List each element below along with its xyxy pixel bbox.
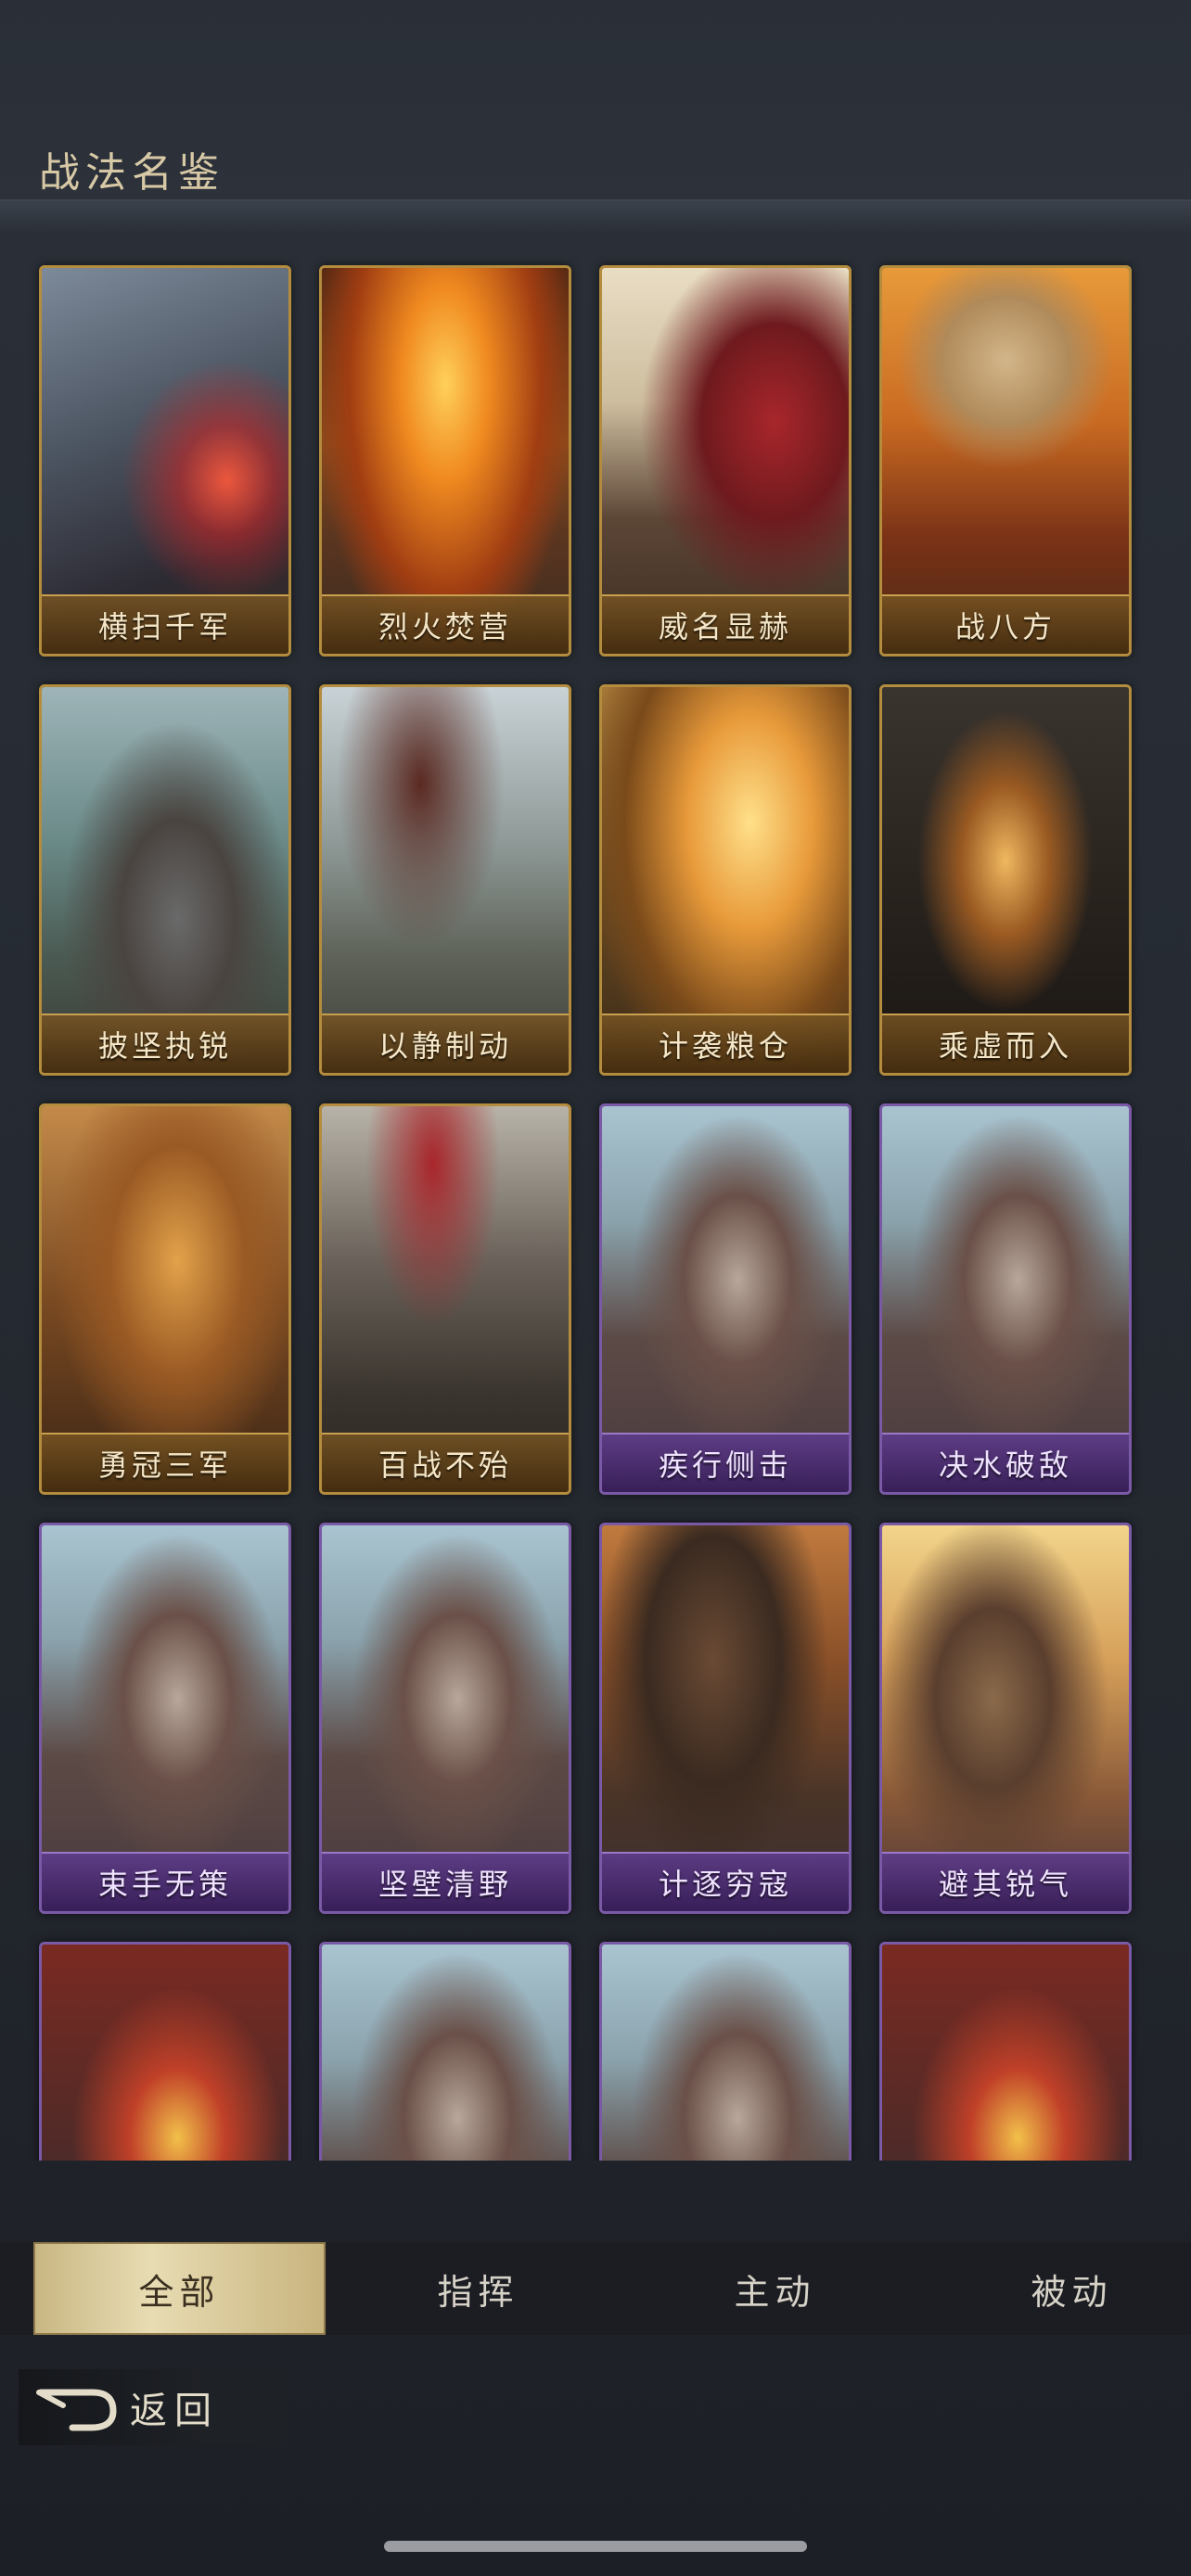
- skill-card[interactable]: 乘虚而入: [879, 684, 1132, 1076]
- skill-card-label: 横扫千军: [97, 609, 232, 644]
- back-arrow-icon: [36, 2389, 117, 2431]
- skill-card[interactable]: 战八方: [879, 265, 1132, 657]
- skill-card[interactable]: 束手无策: [39, 1523, 291, 1914]
- skill-card-label-bar: 避其锐气: [882, 1852, 1129, 1911]
- skill-card-art: [42, 1945, 288, 2161]
- skill-card-art: [882, 1945, 1129, 2161]
- skill-card[interactable]: 计逐穷寇: [599, 1523, 852, 1914]
- skill-card-label-bar: 披坚执锐: [42, 1014, 288, 1073]
- skill-card-label: 以静制动: [378, 1028, 512, 1064]
- skill-card[interactable]: 避其锐气: [879, 1523, 1132, 1914]
- skill-card[interactable]: [599, 1942, 852, 2161]
- skill-card-art: [602, 1945, 849, 2161]
- skill-card-label: 威名显赫: [658, 609, 792, 644]
- filter-tab-bar: 全部 指挥 主动 被动: [0, 2242, 1191, 2335]
- skill-card-label: 决水破敌: [938, 1447, 1072, 1483]
- skill-card[interactable]: 威名显赫: [599, 265, 852, 657]
- skill-card-label-bar: 百战不殆: [322, 1433, 569, 1492]
- tab-active[interactable]: 主动: [629, 2242, 921, 2335]
- skill-card-label-bar: 烈火焚营: [322, 594, 569, 654]
- skill-card[interactable]: 坚壁清野: [319, 1523, 571, 1914]
- skill-card-label-bar: 束手无策: [42, 1852, 288, 1911]
- skill-card[interactable]: 决水破敌: [879, 1103, 1132, 1495]
- skill-card[interactable]: 烈火焚营: [319, 265, 571, 657]
- skill-card-label: 战八方: [954, 609, 1056, 644]
- skill-card-label: 披坚执锐: [97, 1028, 232, 1064]
- skill-card[interactable]: 百战不殆: [319, 1103, 571, 1495]
- skill-card[interactable]: [879, 1942, 1132, 2161]
- skill-card-label: 束手无策: [97, 1867, 232, 1902]
- skill-card-grid: 横扫千军 烈火焚营 威名显赫 战八方披坚执锐 以静制动 计袭粮仓 乘虚而入勇冠三军 百战不殆 疾…: [0, 0, 1191, 2161]
- skill-card-label-bar: 决水破敌: [882, 1433, 1129, 1492]
- home-indicator: [384, 2541, 807, 2552]
- skill-card-label: 计逐穷寇: [658, 1867, 792, 1902]
- skill-card-art: [322, 1945, 569, 2161]
- skill-card-label: 避其锐气: [938, 1867, 1072, 1902]
- skill-card-label-bar: 威名显赫: [602, 594, 849, 654]
- skill-card-label: 百战不殆: [378, 1447, 512, 1483]
- tab-passive[interactable]: 被动: [926, 2242, 1191, 2335]
- skill-card-label-bar: 计袭粮仓: [602, 1014, 849, 1073]
- skill-card[interactable]: 以静制动: [319, 684, 571, 1076]
- skill-card-label-bar: 坚壁清野: [322, 1852, 569, 1911]
- back-button-label: 返回: [130, 2390, 219, 2432]
- skill-card[interactable]: 计袭粮仓: [599, 684, 852, 1076]
- skill-card-label-bar: 战八方: [882, 594, 1129, 654]
- skill-card[interactable]: [39, 1942, 291, 2161]
- skill-card-label: 烈火焚营: [378, 609, 512, 644]
- skill-card[interactable]: 横扫千军: [39, 265, 291, 657]
- skill-card[interactable]: 勇冠三军: [39, 1103, 291, 1495]
- skill-card-label-bar: 计逐穷寇: [602, 1852, 849, 1911]
- skill-card-label: 计袭粮仓: [658, 1028, 792, 1064]
- skill-card-label: 疾行侧击: [658, 1447, 792, 1483]
- tab-command[interactable]: 指挥: [332, 2242, 624, 2335]
- skill-card-label: 勇冠三军: [97, 1447, 232, 1483]
- tab-all[interactable]: 全部: [33, 2242, 326, 2335]
- skill-card-label-bar: 乘虚而入: [882, 1014, 1129, 1073]
- skill-card-label-bar: 勇冠三军: [42, 1433, 288, 1492]
- skill-card[interactable]: [319, 1942, 571, 2161]
- skill-card-label-bar: 以静制动: [322, 1014, 569, 1073]
- skill-card-label-bar: 横扫千军: [42, 594, 288, 654]
- skill-card-label-bar: 疾行侧击: [602, 1433, 849, 1492]
- skill-card[interactable]: 疾行侧击: [599, 1103, 852, 1495]
- skill-card-label: 坚壁清野: [378, 1867, 512, 1902]
- back-button[interactable]: 返回: [19, 2369, 286, 2445]
- skill-card-label: 乘虚而入: [938, 1028, 1072, 1064]
- skill-card[interactable]: 披坚执锐: [39, 684, 291, 1076]
